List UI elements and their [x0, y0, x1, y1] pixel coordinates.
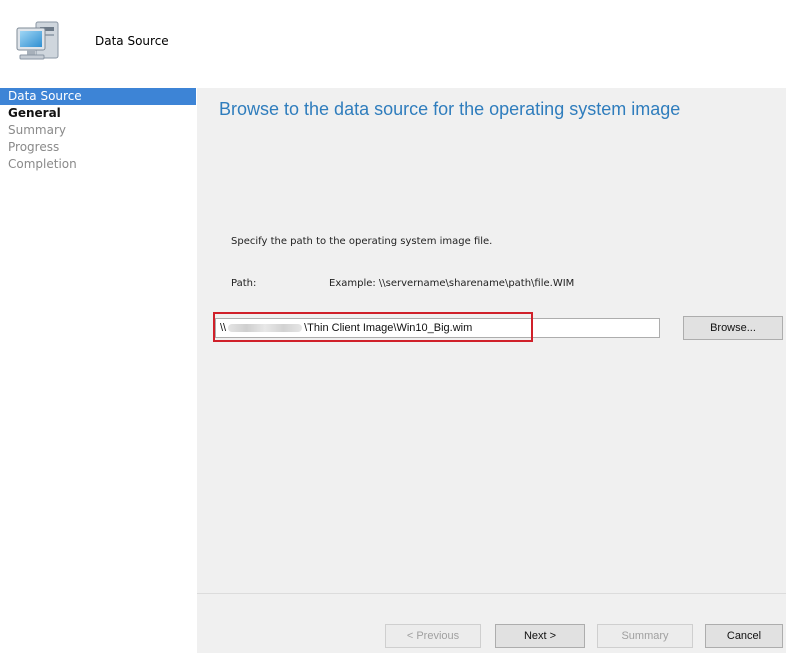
- instructions-text: Specify the path to the operating system…: [231, 236, 493, 247]
- path-input[interactable]: \\ \Thin Client Image\Win10_Big.wim: [215, 318, 660, 338]
- page-title: Browse to the data source for the operat…: [219, 99, 681, 119]
- wizard-footer: < Previous Next > Summary Cancel: [197, 594, 786, 653]
- wizard-nav: Data Source General Summary Progress Com…: [0, 88, 196, 653]
- wizard-header: Data Source: [0, 0, 786, 86]
- nav-item-summary[interactable]: Summary: [0, 122, 196, 139]
- wizard-page: Browse to the data source for the operat…: [197, 88, 786, 593]
- redacted-server-name: [228, 324, 303, 332]
- previous-button[interactable]: < Previous: [385, 624, 481, 648]
- header-title: Data Source: [95, 34, 169, 48]
- nav-item-data-source[interactable]: Data Source: [0, 88, 196, 105]
- nav-item-progress[interactable]: Progress: [0, 139, 196, 156]
- nav-item-general[interactable]: General: [0, 105, 196, 122]
- next-button[interactable]: Next >: [495, 624, 585, 648]
- path-example: Example: \\servername\sharename\path\fil…: [329, 278, 575, 289]
- computer-icon: [16, 21, 59, 60]
- path-suffix: \Thin Client Image\Win10_Big.wim: [304, 322, 473, 334]
- browse-button[interactable]: Browse...: [683, 316, 783, 340]
- nav-item-completion[interactable]: Completion: [0, 156, 196, 173]
- summary-button[interactable]: Summary: [597, 624, 693, 648]
- path-prefix: \\: [220, 322, 227, 334]
- cancel-button[interactable]: Cancel: [705, 624, 783, 648]
- path-label: Path:: [231, 278, 257, 289]
